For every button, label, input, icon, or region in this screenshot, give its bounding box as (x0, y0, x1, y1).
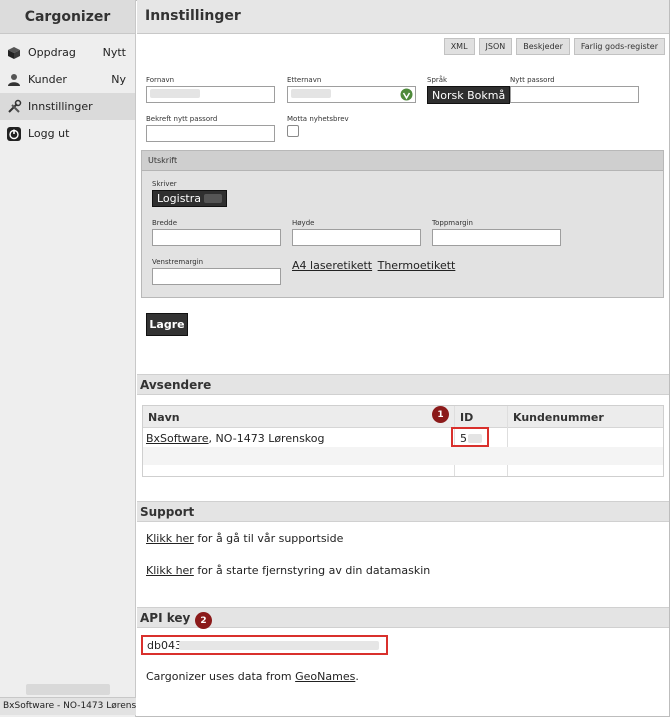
new-password-label: Nytt passord (510, 76, 555, 84)
sidebar-item-innstillinger[interactable]: Innstillinger (0, 93, 135, 120)
sender-address: , NO-1473 Lørenskog (208, 432, 325, 445)
print-panel: Utskrift Skriver Logistra Bredde Høyde T… (141, 150, 664, 298)
account-footer: BxSoftware - NO-1473 Lørenskog (0, 697, 136, 715)
new-password-group: Nytt passord (510, 76, 639, 103)
json-button[interactable]: JSON (478, 38, 513, 55)
api-key-title: API key (137, 607, 669, 628)
redacted-text (150, 89, 200, 98)
height-field[interactable] (292, 229, 421, 246)
user-icon (6, 72, 22, 88)
geonames-link[interactable]: GeoNames (295, 670, 355, 683)
remote-line: Klikk her for å starte fjernstyring av d… (146, 564, 430, 577)
first-name-group: Fornavn (146, 76, 275, 103)
last-name-label: Etternavn (287, 76, 322, 84)
power-icon (6, 126, 22, 142)
new-password-field[interactable] (510, 86, 639, 103)
column-header-id: ID (460, 411, 474, 424)
api-key-value: db043 (147, 639, 182, 652)
confirm-password-group: Bekreft nytt passord (146, 115, 275, 142)
redacted-text (291, 89, 331, 98)
table-row (143, 447, 663, 465)
tools-icon (6, 99, 22, 115)
support-page-link[interactable]: Klikk her (146, 532, 194, 545)
printer-select[interactable]: Logistra (152, 190, 228, 207)
label-presets: A4 laseretikett Thermoetikett (292, 259, 455, 272)
print-panel-title: Utskrift (142, 151, 663, 171)
annotation-marker: 1 (432, 406, 449, 423)
geonames-end: . (355, 670, 359, 683)
geonames-text: Cargonizer uses data from (146, 670, 296, 683)
support-line-text: for å gå til vår supportside (193, 532, 344, 545)
newsletter-checkbox[interactable] (287, 125, 299, 137)
redacted-text (179, 641, 379, 650)
sidebar-item-label: Kunder (28, 73, 67, 86)
sidebar-item-label: Innstillinger (28, 100, 93, 113)
language-label: Språk (427, 76, 448, 84)
annotation-marker: 2 (195, 612, 212, 629)
height-group: Høyde (292, 219, 421, 246)
last-name-field[interactable] (287, 86, 416, 103)
messages-button[interactable]: Beskjeder (516, 38, 570, 55)
new-badge: Nytt (102, 46, 126, 59)
top-margin-label: Toppmargin (432, 219, 473, 227)
first-name-field[interactable] (146, 86, 275, 103)
new-badge: Ny (111, 73, 126, 86)
senders-title: Avsendere (137, 374, 669, 395)
support-line: Klikk her for å gå til vår supportside (146, 532, 343, 545)
newsletter-group: Motta nyhetsbrev (287, 115, 349, 137)
sidebar-item-label: Logg ut (28, 127, 70, 140)
sidebar-nav: Oppdrag Nytt Kunder Ny Innstillinger Log… (0, 39, 135, 147)
language-group: Språk Norsk Bokmå (427, 76, 511, 104)
sidebar-item-label: Oppdrag (28, 46, 76, 59)
page-title: Innstillinger (137, 0, 669, 34)
dangerous-goods-button[interactable]: Farlig gods-register (573, 38, 665, 55)
export-toolbar: XML JSON Beskjeder Farlig gods-register (443, 38, 665, 55)
password-manager-icon[interactable] (400, 88, 413, 103)
remote-support-link[interactable]: Klikk her (146, 564, 194, 577)
sender-link[interactable]: BxSoftware (146, 432, 209, 445)
main-content: Innstillinger XML JSON Beskjeder Farlig … (137, 0, 669, 717)
box-icon (6, 45, 22, 61)
api-key-field[interactable]: db043 (141, 635, 388, 655)
first-name-label: Fornavn (146, 76, 175, 84)
support-title: Support (137, 501, 669, 522)
senders-table: Navn ID Kundenummer BxSoftware, NO-1473 … (142, 405, 664, 477)
highlight-box (451, 427, 489, 447)
save-button[interactable]: Lagre (146, 313, 188, 336)
sidebar-item-oppdrag[interactable]: Oppdrag Nytt (0, 39, 135, 66)
width-label: Bredde (152, 219, 178, 227)
printer-value: Logistra (157, 192, 202, 205)
top-margin-group: Toppmargin (432, 219, 561, 246)
width-group: Bredde (152, 219, 281, 246)
left-margin-field[interactable] (152, 268, 281, 285)
last-name-group: Etternavn (287, 76, 416, 103)
printer-label: Skriver (152, 180, 177, 188)
width-field[interactable] (152, 229, 281, 246)
printer-group: Skriver Logistra (152, 180, 228, 207)
left-margin-label: Venstremargin (152, 258, 204, 266)
confirm-password-label: Bekreft nytt passord (146, 115, 218, 123)
top-margin-field[interactable] (432, 229, 561, 246)
sidebar: Cargonizer Oppdrag Nytt Kunder Ny Innsti… (0, 0, 136, 717)
table-row[interactable]: BxSoftware, NO-1473 Lørenskog 5 (143, 429, 663, 447)
geonames-credit: Cargonizer uses data from GeoNames. (146, 670, 359, 683)
column-header-customer-number: Kundenummer (513, 411, 604, 424)
sender-name: BxSoftware, NO-1473 Lørenskog (146, 432, 325, 445)
language-select[interactable]: Norsk Bokmå (427, 86, 511, 104)
redacted-text (26, 684, 110, 695)
sidebar-item-kunder[interactable]: Kunder Ny (0, 66, 135, 93)
left-margin-group: Venstremargin (152, 258, 281, 285)
redacted-text (204, 194, 223, 203)
column-header-name: Navn (148, 411, 180, 424)
confirm-password-field[interactable] (146, 125, 275, 142)
height-label: Høyde (292, 219, 315, 227)
remote-line-text: for å starte fjernstyring av din datamas… (193, 564, 431, 577)
sidebar-item-logout[interactable]: Logg ut (0, 120, 135, 147)
xml-button[interactable]: XML (443, 38, 475, 55)
thermo-preset-link[interactable]: Thermoetikett (378, 259, 456, 272)
newsletter-label: Motta nyhetsbrev (287, 115, 349, 123)
brand-logo: Cargonizer (0, 0, 135, 34)
a4-preset-link[interactable]: A4 laseretikett (292, 259, 372, 272)
